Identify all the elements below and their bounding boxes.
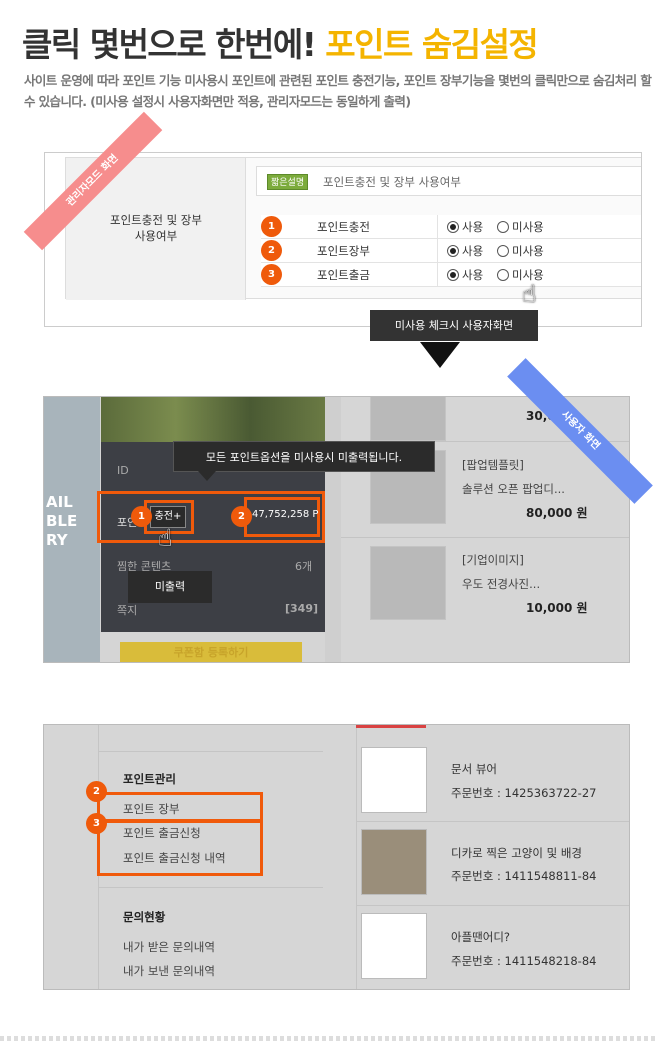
banner-line: BLE [46, 512, 78, 530]
use-radio[interactable] [447, 245, 459, 257]
order-title[interactable]: 디카로 찍은 고양이 및 배경 [451, 845, 582, 861]
divider [341, 537, 629, 538]
message-count: [349] [285, 602, 319, 615]
no-output-tooltip: 미출력 [128, 571, 212, 603]
divider [356, 725, 357, 989]
unuse-radio[interactable] [497, 245, 509, 257]
hidden-option-tooltip: 모든 포인트옵션을 미사용시 미출력됩니다. [173, 441, 435, 472]
headline-highlight: 포인트 숨김설정 [325, 25, 539, 64]
hand-cursor-icon: ☝ [158, 524, 173, 552]
unuse-radio[interactable] [497, 269, 509, 281]
option-label: 포인트충전 [317, 220, 370, 234]
footer-divider [0, 1036, 656, 1041]
product-price: 80,000 원 [526, 506, 588, 520]
order-title[interactable]: 문서 뷰어 [451, 761, 497, 777]
hint-badge: 짧은설명 [267, 174, 309, 190]
use-radio-label: 사용 [462, 268, 484, 282]
order-number: 주문번호 : 1411548218-84 [451, 954, 597, 968]
product-thumb[interactable] [370, 546, 446, 620]
withdraw-highlight-box [97, 820, 263, 876]
use-radio-label: 사용 [462, 220, 484, 234]
step-number-badge: 2 [261, 240, 282, 261]
step-number-badge: 2 [86, 781, 107, 802]
divider [99, 751, 323, 752]
inquiry-heading: 문의현황 [123, 910, 166, 924]
order-thumb[interactable] [361, 829, 427, 895]
option-row-charge: 1 포인트충전 사용 미사용 [261, 215, 641, 239]
option-label: 포인트출금 [317, 268, 370, 282]
divider [437, 215, 438, 239]
step-number-badge: 1 [131, 506, 152, 527]
product-thumb[interactable] [370, 397, 446, 441]
hint-text: 포인트충전 및 장부 사용여부 [323, 175, 461, 189]
divider [437, 263, 438, 287]
transition-tooltip: 미사용 체크시 사용자화면 [370, 310, 538, 341]
product-category: [팝업템플릿] [462, 458, 524, 472]
step-number-badge: 2 [231, 506, 252, 527]
unuse-radio-label: 미사용 [512, 220, 544, 234]
ledger-highlight-box [97, 792, 263, 822]
page-title: 클릭 몇번으로 한번에! 포인트 숨김설정 [22, 18, 539, 66]
coupon-button[interactable]: 쿠폰함 등록하기 [120, 642, 302, 662]
use-radio[interactable] [447, 269, 459, 281]
headline-main: 클릭 몇번으로 한번에! [22, 25, 317, 64]
unuse-radio-label: 미사용 [512, 244, 544, 258]
order-thumb[interactable] [361, 747, 427, 813]
step-number-badge: 3 [261, 264, 282, 285]
unuse-radio[interactable] [497, 221, 509, 233]
tooltip-tail [198, 471, 216, 481]
wish-count: 6개 [295, 560, 313, 573]
id-label: ID [117, 464, 129, 477]
divider [99, 887, 323, 888]
point-value[interactable]: 47,752,258 P [252, 509, 318, 520]
divider [357, 821, 629, 822]
setting-label-line2: 사용여부 [134, 229, 178, 243]
option-row-ledger: 2 포인트장부 사용 미사용 [261, 239, 641, 263]
order-number: 주문번호 : 1411548811-84 [451, 869, 597, 883]
divider [357, 905, 629, 906]
product-name[interactable]: 솔루션 오픈 팝업디... [462, 481, 565, 497]
option-label: 포인트장부 [317, 244, 370, 258]
order-thumb[interactable] [361, 913, 427, 979]
admin-settings-table: 포인트충전 및 장부 사용여부 짧은설명 포인트충전 및 장부 사용여부 1 포… [65, 157, 641, 300]
admin-screen-panel: 포인트충전 및 장부 사용여부 짧은설명 포인트충전 및 장부 사용여부 1 포… [44, 152, 642, 327]
divider [437, 239, 438, 263]
product-name[interactable]: 우도 전경사진... [462, 576, 540, 592]
step-number-badge: 1 [261, 216, 282, 237]
banner-line: AIL [46, 493, 73, 511]
use-radio-label: 사용 [462, 244, 484, 258]
dog-photo [101, 397, 325, 442]
down-arrow-icon [420, 342, 460, 368]
use-radio[interactable] [447, 221, 459, 233]
hand-cursor-icon: ☝ [522, 280, 537, 308]
tab-indicator [356, 725, 426, 728]
received-inquiry-link[interactable]: 내가 받은 문의내역 [123, 939, 215, 955]
order-title[interactable]: 아플땐어디? [451, 929, 510, 945]
point-management-heading: 포인트관리 [123, 772, 176, 786]
sent-inquiry-link[interactable]: 내가 보낸 문의내역 [123, 963, 215, 979]
product-category: [기업이미지] [462, 553, 524, 567]
banner-text: AIL BLE RY [46, 493, 77, 550]
description: 사이트 운영에 따라 포인트 기능 미사용시 포인트에 관련된 포인트 충전기능… [24, 73, 652, 109]
column-gap [325, 397, 341, 662]
banner-line: RY [46, 531, 68, 549]
option-row-withdraw: 3 포인트출금 사용 미사용 [261, 263, 641, 287]
product-price: 10,000 원 [526, 601, 588, 615]
step-number-badge: 3 [86, 813, 107, 834]
setting-label-line1: 포인트충전 및 장부 [110, 213, 202, 227]
left-banner: AIL BLE RY [44, 397, 100, 662]
hint-row: 짧은설명 포인트충전 및 장부 사용여부 [256, 166, 641, 196]
message-label[interactable]: 쪽지 [117, 602, 137, 618]
order-number: 주문번호 : 1425363722-27 [451, 786, 597, 800]
